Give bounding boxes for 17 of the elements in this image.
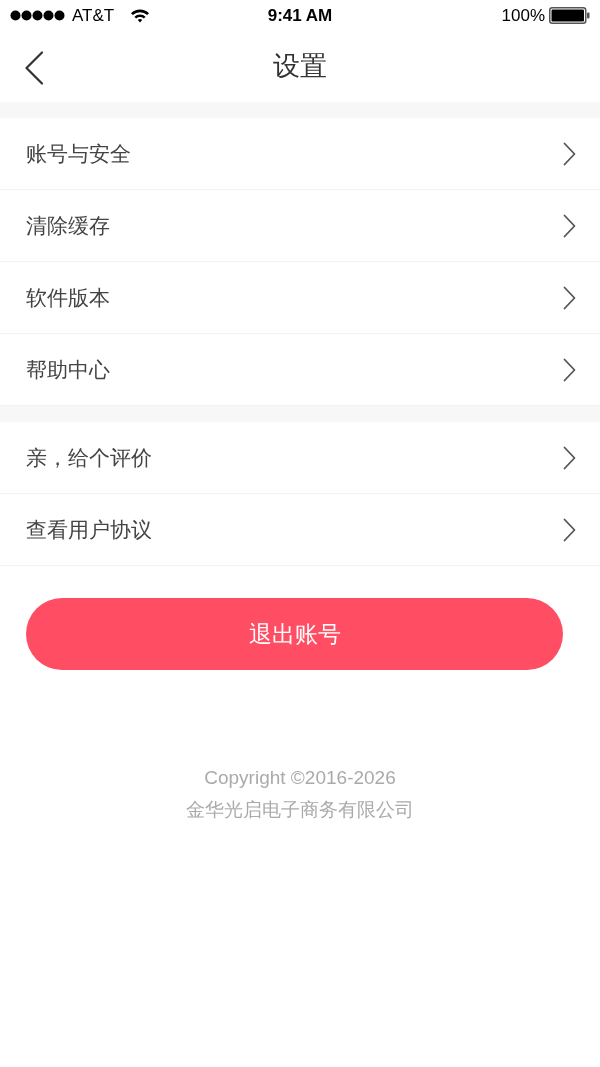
- chevron-right-icon: [563, 213, 576, 238]
- battery-icon: [549, 6, 590, 24]
- wifi-icon: [130, 7, 151, 23]
- back-chevron-icon: [24, 51, 44, 85]
- signal-strength-icon: [10, 9, 66, 21]
- page-title: 设置: [273, 52, 327, 80]
- chevron-right-icon: [563, 141, 576, 166]
- chevron-right-icon: [563, 357, 576, 382]
- status-time: 9:41 AM: [267, 6, 333, 24]
- copyright-text: Copyright ©2016-2026: [204, 766, 396, 790]
- chevron-right-icon: [563, 285, 576, 310]
- carrier-name: AT&T: [72, 6, 115, 24]
- company-name: 金华光启电子商务有限公司: [186, 798, 414, 822]
- chevron-right-icon: [563, 517, 576, 542]
- battery-percentage: 100%: [501, 6, 545, 24]
- chevron-right-icon: [563, 445, 576, 470]
- back-button[interactable]: [24, 51, 44, 85]
